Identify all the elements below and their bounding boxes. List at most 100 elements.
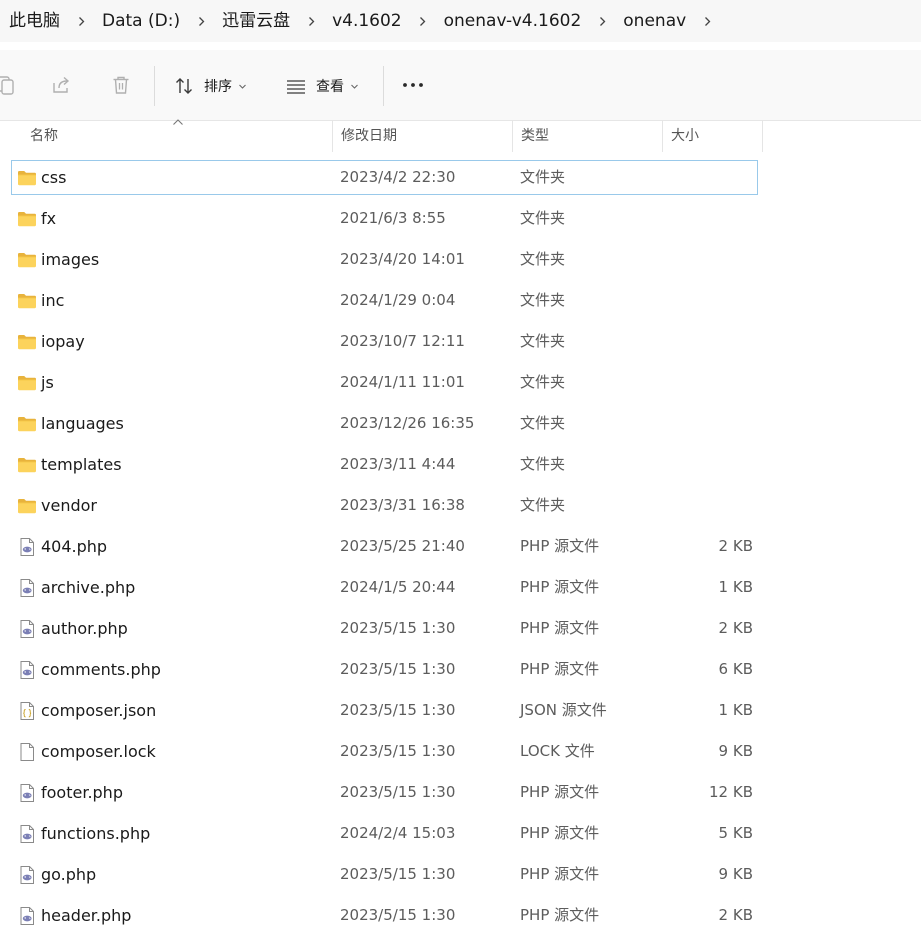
php-file-icon — [17, 578, 37, 598]
chevron-down-icon — [350, 82, 359, 91]
view-button[interactable]: 查看 — [285, 72, 359, 100]
file-size: 12 KB — [709, 783, 753, 801]
folder-icon — [17, 250, 37, 270]
file-type: PHP 源文件 — [520, 619, 600, 637]
file-type: 文件夹 — [520, 291, 566, 309]
file-name: vendor — [41, 496, 97, 515]
file-date: 2023/5/15 1:30 — [340, 701, 456, 719]
file-name: functions.php — [41, 824, 151, 843]
column-header-date[interactable]: 修改日期 — [333, 120, 513, 152]
file-type: 文件夹 — [520, 209, 566, 227]
file-type: 文件夹 — [520, 332, 566, 350]
file-date: 2023/5/15 1:30 — [340, 865, 456, 883]
file-name: header.php — [41, 906, 132, 925]
file-size: 2 KB — [718, 619, 753, 637]
column-header-name[interactable]: 名称 — [22, 120, 333, 152]
folder-icon — [17, 414, 37, 434]
breadcrumb-item[interactable]: v4.1602 — [322, 4, 412, 38]
file-size: 9 KB — [718, 865, 753, 883]
file-type: 文件夹 — [520, 168, 566, 186]
folder-row[interactable]: js 2024/1/11 11:01 文件夹 — [11, 365, 758, 400]
chevron-right-icon[interactable] — [190, 4, 212, 38]
file-explorer-window: 此电脑 Data (D:) 迅雷云盘 v4.1602 onenav-v4.1602 one… — [0, 0, 921, 941]
file-row[interactable]: footer.php 2023/5/15 1:30 PHP 源文件 12 KB — [11, 775, 758, 810]
file-name: composer.lock — [41, 742, 156, 761]
copy-icon[interactable] — [0, 74, 16, 96]
file-name: author.php — [41, 619, 128, 638]
file-name: languages — [41, 414, 124, 433]
folder-row[interactable]: languages 2023/12/26 16:35 文件夹 — [11, 406, 758, 441]
breadcrumb-item[interactable]: 此电脑 — [0, 4, 70, 38]
file-size: 5 KB — [718, 824, 753, 842]
file-date: 2023/5/15 1:30 — [340, 742, 456, 760]
chevron-right-icon[interactable] — [300, 4, 322, 38]
file-row[interactable]: archive.php 2024/1/5 20:44 PHP 源文件 1 KB — [11, 570, 758, 605]
folder-row[interactable]: css 2023/4/2 22:30 文件夹 — [11, 160, 758, 195]
toolbar: 排序 查看 — [0, 50, 921, 121]
column-headers: 名称 修改日期 类型 大小 — [0, 119, 921, 152]
file-name: iopay — [41, 332, 85, 351]
chevron-right-icon[interactable] — [696, 4, 718, 38]
file-name: footer.php — [41, 783, 123, 802]
sort-label: 排序 — [204, 79, 232, 95]
breadcrumb: 此电脑 Data (D:) 迅雷云盘 v4.1602 onenav-v4.1602 one… — [0, 0, 921, 42]
file-name: templates — [41, 455, 122, 474]
file-size: 1 KB — [718, 701, 753, 719]
file-name: images — [41, 250, 100, 269]
file-row[interactable]: comments.php 2023/5/15 1:30 PHP 源文件 6 KB — [11, 652, 758, 687]
folder-icon — [17, 496, 37, 516]
file-row[interactable]: composer.lock 2023/5/15 1:30 LOCK 文件 9 KB — [11, 734, 758, 769]
file-size: 1 KB — [718, 578, 753, 596]
column-header-size-label: 大小 — [671, 128, 699, 144]
delete-icon[interactable] — [110, 74, 132, 96]
file-name: js — [41, 373, 54, 392]
more-options-button[interactable] — [398, 74, 428, 96]
file-type: 文件夹 — [520, 496, 566, 514]
file-date: 2023/5/25 21:40 — [340, 537, 465, 555]
view-list-icon — [285, 75, 307, 97]
php-file-icon — [17, 824, 37, 844]
file-date: 2024/1/11 11:01 — [340, 373, 465, 391]
chevron-down-icon — [238, 82, 247, 91]
view-label: 查看 — [316, 79, 344, 95]
folder-icon — [17, 455, 37, 475]
chevron-right-icon[interactable] — [412, 4, 434, 38]
breadcrumb-item[interactable]: Data (D:) — [92, 4, 190, 38]
breadcrumb-item[interactable]: 迅雷云盘 — [212, 4, 300, 38]
folder-row[interactable]: images 2023/4/20 14:01 文件夹 — [11, 242, 758, 277]
file-type: PHP 源文件 — [520, 824, 600, 842]
folder-row[interactable]: inc 2024/1/29 0:04 文件夹 — [11, 283, 758, 318]
folder-row[interactable]: templates 2023/3/11 4:44 文件夹 — [11, 447, 758, 482]
breadcrumb-item[interactable]: onenav-v4.1602 — [434, 4, 592, 38]
more-icon — [403, 83, 423, 87]
column-header-type[interactable]: 类型 — [513, 120, 663, 152]
file-date: 2023/5/15 1:30 — [340, 906, 456, 924]
folder-row[interactable]: fx 2021/6/3 8:55 文件夹 — [11, 201, 758, 236]
file-type: PHP 源文件 — [520, 537, 600, 555]
chevron-right-icon[interactable] — [70, 4, 92, 38]
file-type: JSON 源文件 — [520, 701, 607, 719]
sort-button[interactable]: 排序 — [173, 72, 247, 100]
folder-row[interactable]: vendor 2023/3/31 16:38 文件夹 — [11, 488, 758, 523]
folder-icon — [17, 291, 37, 311]
file-name: css — [41, 168, 67, 187]
file-name: archive.php — [41, 578, 136, 597]
chevron-right-icon[interactable] — [591, 4, 613, 38]
breadcrumb-item[interactable]: onenav — [613, 4, 696, 38]
toolbar-divider — [154, 66, 155, 106]
folder-row[interactable]: iopay 2023/10/7 12:11 文件夹 — [11, 324, 758, 359]
file-row[interactable]: header.php 2023/5/15 1:30 PHP 源文件 2 KB — [11, 898, 758, 933]
column-header-size[interactable]: 大小 — [663, 120, 763, 152]
file-row[interactable]: composer.json 2023/5/15 1:30 JSON 源文件 1 KB — [11, 693, 758, 728]
toolbar-divider — [383, 66, 384, 106]
file-row[interactable]: author.php 2023/5/15 1:30 PHP 源文件 2 KB — [11, 611, 758, 646]
file-name: composer.json — [41, 701, 157, 720]
file-size: 6 KB — [718, 660, 753, 678]
file-row[interactable]: go.php 2023/5/15 1:30 PHP 源文件 9 KB — [11, 857, 758, 892]
file-date: 2023/5/15 1:30 — [340, 783, 456, 801]
file-row[interactable]: 404.php 2023/5/25 21:40 PHP 源文件 2 KB — [11, 529, 758, 564]
share-icon[interactable] — [50, 74, 72, 96]
file-row[interactable]: functions.php 2024/2/4 15:03 PHP 源文件 5 KB — [11, 816, 758, 851]
file-name: comments.php — [41, 660, 161, 679]
file-type: LOCK 文件 — [520, 742, 595, 760]
